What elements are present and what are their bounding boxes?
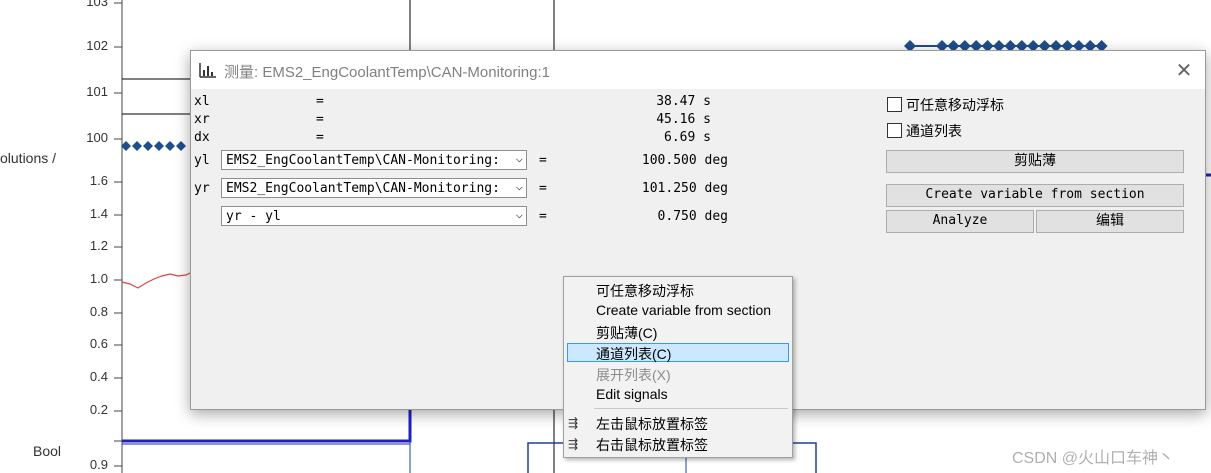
y-tick-102: 102 [86, 38, 108, 53]
diff-expression-value: yr - yl [226, 209, 281, 224]
dialog-titlebar[interactable]: 测量: EMS2_EngCoolantTemp\CAN-Monitoring:1… [191, 51, 1205, 89]
watermark: CSDN @火山口车神丶 [1012, 450, 1175, 467]
row-value-yr: 101.250 deg [641, 181, 728, 196]
chevron-down-icon: ⌵ [515, 207, 523, 221]
row-eq-xl: = [316, 94, 324, 109]
menu-item-right-click-tag[interactable]: 右击鼠标放置标签 [596, 435, 708, 455]
analyze-button[interactable]: Analyze [886, 210, 1034, 233]
row-value-dx: 6.69 s [664, 130, 711, 145]
row-label-yr: yr [194, 181, 210, 196]
row-value-xr: 45.16 s [656, 112, 711, 127]
checkbox-channel-list[interactable] [887, 123, 902, 138]
y-tick-103: 103 [86, 0, 108, 9]
yr-channel-value: EMS2_EngCoolantTemp\CAN-Monitoring: [226, 181, 500, 196]
context-menu: 可任意移动浮标 Create variable from section 剪贴薄… [563, 276, 793, 458]
y-tick-0.4: 0.4 [89, 369, 108, 384]
row-eq-yr: = [539, 181, 547, 196]
menu-item-edit-signals[interactable]: Edit signals [596, 386, 668, 402]
checkbox-channel-list-label: 通道列表 [906, 123, 962, 139]
row-eq-xr: = [316, 112, 324, 127]
row-value-xl: 38.47 s [656, 94, 711, 109]
yl-channel-select[interactable]: EMS2_EngCoolantTemp\CAN-Monitoring: ⌵ [221, 150, 527, 170]
diamond-series-left [121, 141, 186, 151]
diamond-marker [143, 141, 153, 151]
diamond-marker [154, 141, 164, 151]
y-tick-0.6: 0.6 [89, 336, 108, 351]
axis-label-revolutions: olutions / [0, 150, 57, 166]
diamond-marker [165, 141, 175, 151]
diamond-marker [132, 141, 142, 151]
row-eq-diff: = [539, 209, 547, 224]
y-tick-0.8: 0.8 [89, 304, 108, 319]
menu-item-create-variable[interactable]: Create variable from section [596, 302, 771, 318]
chart-icon [199, 63, 216, 78]
y-tick-1.2: 1.2 [89, 238, 108, 253]
chevron-down-icon: ⌵ [515, 179, 523, 193]
edit-button[interactable]: 编辑 [1036, 210, 1184, 233]
diff-expression-select[interactable]: yr - yl ⌵ [221, 206, 527, 226]
y-tick-0.9: 0.9 [89, 457, 108, 472]
menu-item-clipboard[interactable]: 剪贴薄(C) [596, 323, 657, 343]
y-tick-1.0: 1.0 [89, 271, 108, 286]
y-tick-1.6: 1.6 [89, 173, 108, 188]
menu-item-channel-list[interactable]: 通道列表(C) [596, 344, 671, 364]
y-tick-100: 100 [86, 130, 108, 145]
cursor-tag-icon: ⇶ [568, 437, 579, 451]
row-label-xr: xr [194, 112, 210, 127]
checkbox-move-cursor-label: 可任意移动浮标 [906, 97, 1004, 113]
row-label-xl: xl [194, 94, 210, 109]
menu-item-expand-list: 展开列表(X) [596, 367, 671, 383]
y-tick-1.4: 1.4 [89, 206, 108, 221]
menu-item-left-click-tag[interactable]: 左击鼠标放置标签 [596, 414, 708, 434]
menu-item-move-cursor[interactable]: 可任意移动浮标 [596, 281, 694, 301]
dialog-title: 测量: EMS2_EngCoolantTemp\CAN-Monitoring:1 [224, 64, 550, 81]
yl-channel-value: EMS2_EngCoolantTemp\CAN-Monitoring: [226, 153, 500, 168]
checkbox-move-cursor[interactable] [887, 97, 902, 112]
red-trace [121, 272, 191, 289]
row-label-yl: yl [194, 153, 210, 168]
clipboard-button[interactable]: 剪贴薄 [886, 150, 1184, 173]
bool-trace [122, 408, 412, 443]
create-variable-button[interactable]: Create variable from section [886, 184, 1184, 207]
row-value-yl: 100.500 deg [641, 153, 728, 168]
row-eq-dx: = [316, 130, 324, 145]
menu-separator [594, 408, 788, 409]
y-tick-0.2: 0.2 [89, 402, 108, 417]
diamond-marker [176, 141, 186, 151]
close-icon[interactable]: ✕ [1173, 59, 1195, 81]
axis-label-bool: Bool [33, 443, 62, 459]
row-eq-yl: = [539, 153, 547, 168]
y-tick-101: 101 [86, 84, 108, 99]
chevron-down-icon: ⌵ [515, 151, 523, 165]
yr-channel-select[interactable]: EMS2_EngCoolantTemp\CAN-Monitoring: ⌵ [221, 178, 527, 198]
row-value-diff: 0.750 deg [657, 209, 728, 224]
row-label-dx: dx [194, 130, 210, 145]
cursor-tag-icon: ⇶ [568, 416, 579, 430]
